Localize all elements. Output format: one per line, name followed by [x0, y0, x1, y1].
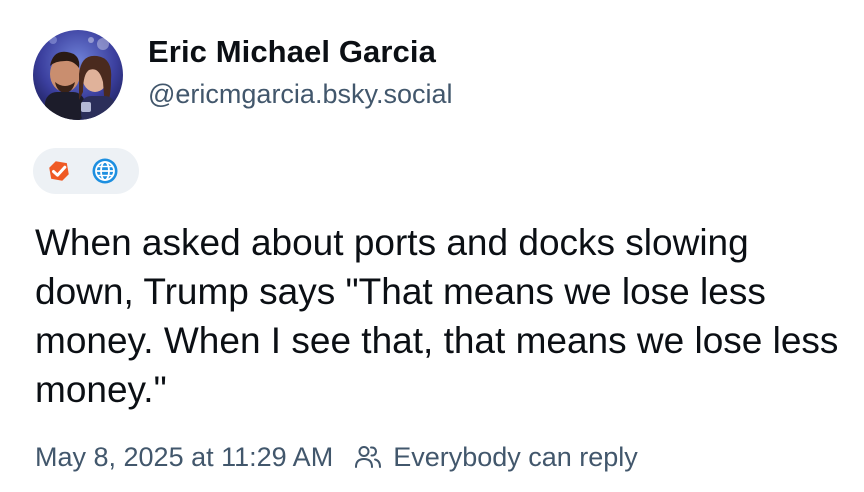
verification-badges[interactable] [33, 148, 139, 194]
post-timestamp[interactable]: May 8, 2025 at 11:29 AM [35, 442, 333, 473]
verified-check-icon [49, 161, 69, 181]
reply-setting-label[interactable]: Everybody can reply [393, 442, 638, 473]
avatar-photo-icon [33, 30, 123, 120]
author-handle[interactable]: @ericmgarcia.bsky.social [148, 79, 453, 110]
post-meta: May 8, 2025 at 11:29 AM Everybody can re… [35, 440, 638, 474]
author-avatar[interactable] [33, 30, 123, 120]
globe-icon [92, 158, 118, 184]
author-display-name[interactable]: Eric Michael Garcia [148, 34, 436, 70]
post-card: Eric Michael Garcia @ericmgarcia.bsky.so… [0, 0, 864, 492]
post-body-text: When asked about ports and docks slowing… [35, 222, 849, 410]
people-icon [355, 446, 382, 468]
